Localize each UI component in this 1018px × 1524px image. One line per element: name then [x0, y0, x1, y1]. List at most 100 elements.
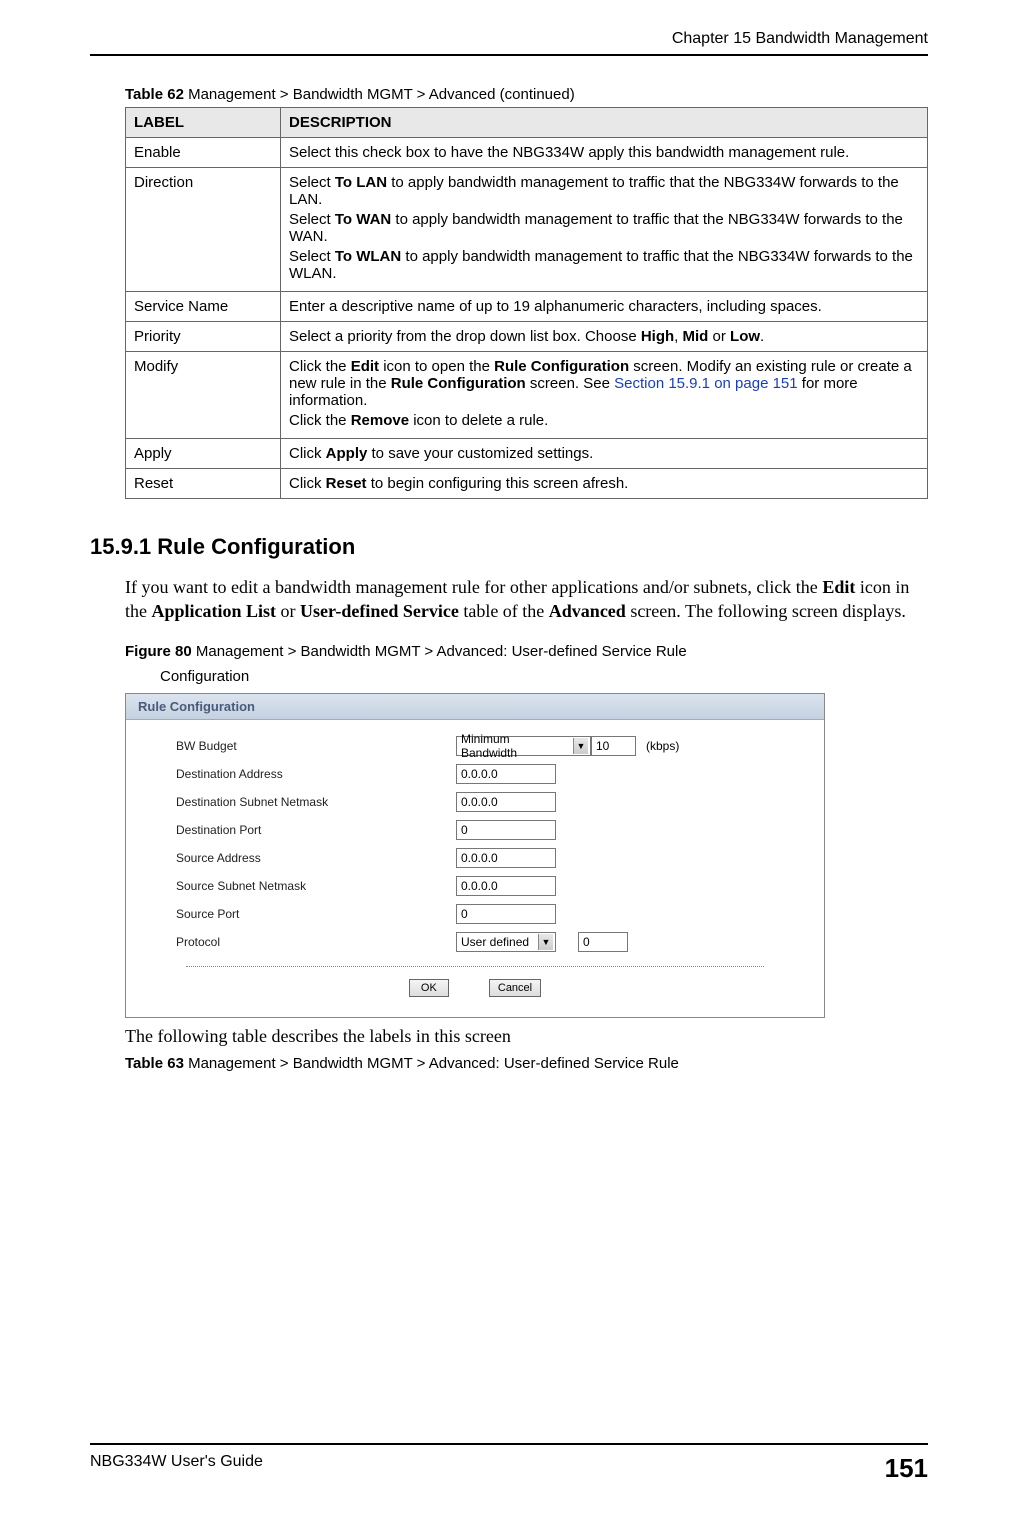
row-label: Direction — [126, 168, 281, 292]
protocol-number-input[interactable] — [578, 932, 628, 952]
chevron-down-icon: ▼ — [538, 934, 553, 950]
dest-mask-input[interactable] — [456, 792, 556, 812]
text-bold: Edit — [822, 577, 855, 597]
table62-col-desc: DESCRIPTION — [281, 108, 928, 138]
text: Select — [289, 211, 335, 228]
table63-text: Management > Bandwidth MGMT > Advanced: … — [184, 1055, 679, 1072]
text-bold: Mid — [683, 328, 709, 345]
row-desc: Select To LAN to apply bandwidth managem… — [281, 168, 928, 292]
row-dest-mask: Destination Subnet Netmask — [126, 788, 824, 816]
text-bold: Advanced — [549, 601, 626, 621]
text: Select — [289, 174, 335, 191]
table62-caption-text: Management > Bandwidth MGMT > Advanced (… — [184, 86, 575, 103]
text-bold: High — [641, 328, 674, 345]
footer-rule — [90, 1443, 928, 1445]
bw-budget-input[interactable] — [591, 736, 636, 756]
row-src-address: Source Address — [126, 844, 824, 872]
text: Select — [289, 248, 335, 265]
table-row: Apply Click Apply to save your customize… — [126, 439, 928, 469]
text-bold: User-defined Service — [300, 601, 459, 621]
row-label: Apply — [126, 439, 281, 469]
ok-button[interactable]: OK — [409, 979, 449, 997]
text: table of the — [459, 601, 549, 621]
protocol-select-value: User defined — [461, 935, 529, 949]
text-bold: Edit — [351, 358, 379, 375]
panel-body: BW Budget Minimum Bandwidth ▼ (kbps) Des… — [126, 720, 824, 1017]
section-heading: 15.9.1 Rule Configuration — [90, 534, 928, 560]
table-row: Reset Click Reset to begin configuring t… — [126, 469, 928, 499]
cancel-button[interactable]: Cancel — [489, 979, 541, 997]
row-src-mask: Source Subnet Netmask — [126, 872, 824, 900]
row-desc: Click Apply to save your customized sett… — [281, 439, 928, 469]
row-desc: Click the Edit icon to open the Rule Con… — [281, 352, 928, 439]
cross-ref-link[interactable]: Section 15.9.1 on page 151 — [614, 375, 798, 392]
text: icon to open the — [379, 358, 494, 375]
text: If you want to edit a bandwidth manageme… — [125, 577, 822, 597]
row-desc: Enter a descriptive name of up to 19 alp… — [281, 292, 928, 322]
chapter-header: Chapter 15 Bandwidth Management — [90, 30, 928, 48]
text-bold: Rule Configuration — [494, 358, 629, 375]
bw-budget-select[interactable]: Minimum Bandwidth ▼ — [456, 736, 591, 756]
table-row: Modify Click the Edit icon to open the R… — [126, 352, 928, 439]
table-row: Enable Select this check box to have the… — [126, 138, 928, 168]
dest-address-label: Destination Address — [176, 767, 456, 781]
src-port-input[interactable] — [456, 904, 556, 924]
text-bold: Apply — [326, 445, 368, 462]
text: . — [760, 328, 764, 345]
text-bold: To LAN — [335, 174, 387, 191]
panel-divider — [186, 966, 764, 967]
text: to save your customized settings. — [367, 445, 593, 462]
dest-mask-label: Destination Subnet Netmask — [176, 795, 456, 809]
panel-title: Rule Configuration — [126, 694, 824, 720]
table62: LABEL DESCRIPTION Enable Select this che… — [125, 107, 928, 499]
row-src-port: Source Port — [126, 900, 824, 928]
figure80-caption-line2: Configuration — [160, 667, 928, 687]
row-label: Priority — [126, 322, 281, 352]
row-label: Modify — [126, 352, 281, 439]
table62-caption-num: Table 62 — [125, 86, 184, 103]
text: or — [708, 328, 730, 345]
row-desc: Click Reset to begin configuring this sc… — [281, 469, 928, 499]
protocol-select[interactable]: User defined ▼ — [456, 932, 556, 952]
text: icon to delete a rule. — [409, 412, 548, 429]
row-label: Reset — [126, 469, 281, 499]
dest-address-input[interactable] — [456, 764, 556, 784]
after-figure-text: The following table describes the labels… — [125, 1024, 928, 1048]
text-bold: Reset — [326, 475, 367, 492]
row-label: Enable — [126, 138, 281, 168]
bw-budget-select-value: Minimum Bandwidth — [461, 732, 569, 760]
text-bold: To WLAN — [335, 248, 401, 265]
panel-buttons: OK Cancel — [126, 975, 824, 1003]
src-mask-label: Source Subnet Netmask — [176, 879, 456, 893]
chevron-down-icon: ▼ — [573, 738, 588, 754]
text-bold: Rule Configuration — [391, 375, 526, 392]
src-address-input[interactable] — [456, 848, 556, 868]
row-dest-port: Destination Port — [126, 816, 824, 844]
page-number: 151 — [885, 1453, 928, 1484]
section-body: If you want to edit a bandwidth manageme… — [125, 575, 928, 624]
text: screen. See — [526, 375, 614, 392]
figure80-caption: Figure 80 Management > Bandwidth MGMT > … — [125, 642, 928, 662]
row-desc: Select this check box to have the NBG334… — [281, 138, 928, 168]
row-dest-address: Destination Address — [126, 760, 824, 788]
kbps-unit-label: (kbps) — [646, 739, 679, 753]
dest-port-input[interactable] — [456, 820, 556, 840]
text: , — [674, 328, 682, 345]
rule-configuration-panel: Rule Configuration BW Budget Minimum Ban… — [125, 693, 825, 1018]
dest-port-label: Destination Port — [176, 823, 456, 837]
header-rule — [90, 54, 928, 56]
src-address-label: Source Address — [176, 851, 456, 865]
text: Select a priority from the drop down lis… — [289, 328, 641, 345]
text: Click the — [289, 358, 351, 375]
table-row: Direction Select To LAN to apply bandwid… — [126, 168, 928, 292]
text: Click — [289, 475, 326, 492]
footer-title: NBG334W User's Guide — [90, 1453, 263, 1484]
text: Click the — [289, 412, 351, 429]
text-bold: Low — [730, 328, 760, 345]
row-bw-budget: BW Budget Minimum Bandwidth ▼ (kbps) — [126, 732, 824, 760]
footer: NBG334W User's Guide 151 — [90, 1443, 928, 1484]
src-mask-input[interactable] — [456, 876, 556, 896]
text: screen. The following screen displays. — [626, 601, 906, 621]
text: Click — [289, 445, 326, 462]
table62-caption: Table 62 Management > Bandwidth MGMT > A… — [125, 86, 928, 103]
